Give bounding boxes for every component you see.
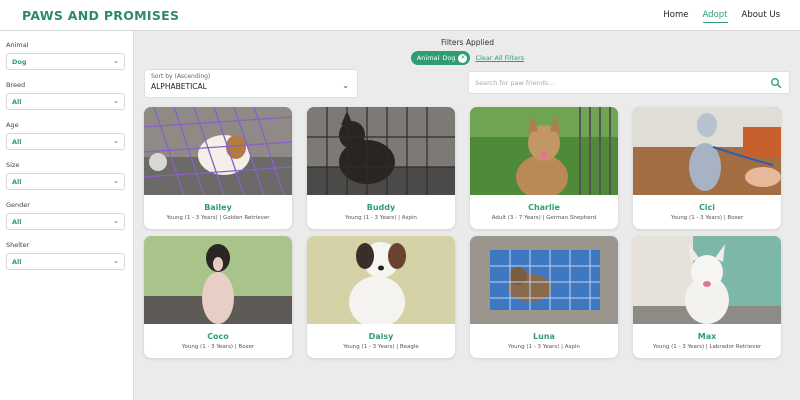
pet-details: Adult (3 - 7 Years) | German Shepherd	[491, 215, 597, 221]
select-value: Dog	[12, 58, 27, 66]
clear-all-filters-link[interactable]: Clear All Filters	[475, 54, 524, 62]
chip-label: Animal	[416, 54, 440, 62]
search-box	[468, 71, 790, 94]
pet-photo	[144, 236, 292, 324]
size-select[interactable]: All ⌄	[6, 173, 125, 190]
filters-applied-title: Filters Applied	[440, 38, 495, 47]
filter-animal: Animal Dog ⌄	[6, 41, 127, 70]
pet-name: Buddy	[366, 203, 396, 212]
select-value: All	[12, 178, 22, 186]
pet-name: Cici	[698, 203, 716, 212]
site-logo[interactable]: PAWS AND PROMISES	[22, 8, 179, 23]
filter-sidebar: Animal Dog ⌄ Breed All ⌄ Age All ⌄ Size …	[0, 31, 134, 400]
close-icon[interactable]: ✕	[458, 53, 468, 63]
select-value: All	[12, 138, 22, 146]
pet-card-cici[interactable]: Cici Young (1 - 3 Years) | Boxer	[633, 107, 781, 229]
age-select[interactable]: All ⌄	[6, 133, 125, 150]
pet-name: Max	[697, 332, 717, 341]
pet-photo	[470, 236, 618, 324]
pet-photo	[307, 236, 455, 324]
filter-size: Size All ⌄	[6, 161, 127, 190]
nav-adopt[interactable]: Adopt	[702, 10, 728, 23]
shelter-select[interactable]: All ⌄	[6, 253, 125, 270]
applied-filters: Animal Dog ✕ Clear All Filters	[135, 51, 800, 65]
sort-label: Sort by (Ascending)	[151, 73, 211, 80]
select-value: All	[12, 218, 22, 226]
sort-value: ALPHABETICAL	[151, 82, 207, 91]
chevron-down-icon: ⌄	[113, 97, 119, 105]
pet-name: Coco	[207, 332, 229, 341]
main-nav: Home Adopt About Us	[663, 10, 780, 23]
pet-card-bailey[interactable]: Bailey Young (1 - 3 Years) | Golden Retr…	[144, 107, 292, 229]
pet-grid: Bailey Young (1 - 3 Years) | Golden Retr…	[144, 107, 792, 358]
filter-label: Breed	[6, 81, 26, 89]
search-icon[interactable]	[770, 77, 782, 89]
chevron-down-icon: ⌄	[113, 177, 119, 185]
filter-gender: Gender All ⌄	[6, 201, 127, 230]
chevron-down-icon: ⌄	[342, 81, 349, 90]
pet-details: Young (1 - 3 Years) | Golden Retriever	[166, 215, 270, 221]
pet-photo	[307, 107, 455, 195]
filter-label: Shelter	[6, 241, 30, 249]
pet-details: Young (1 - 3 Years) | Beagle	[343, 344, 419, 350]
select-value: All	[12, 98, 22, 106]
pet-photo	[633, 236, 781, 324]
pet-details: Young (1 - 3 Years) | Boxer	[670, 215, 744, 221]
pet-name: Daisy	[368, 332, 394, 341]
filter-label: Animal	[6, 41, 29, 49]
pet-name: Bailey	[204, 203, 232, 212]
pet-card-daisy[interactable]: Daisy Young (1 - 3 Years) | Beagle	[307, 236, 455, 358]
chip-value: Dog	[442, 54, 456, 62]
pet-photo	[470, 107, 618, 195]
sort-select[interactable]: Sort by (Ascending) ALPHABETICAL ⌄	[144, 69, 358, 98]
animal-select[interactable]: Dog ⌄	[6, 53, 125, 70]
pet-details: Young (1 - 3 Years) | Aspin	[345, 215, 417, 221]
pet-card-buddy[interactable]: Buddy Young (1 - 3 Years) | Aspin	[307, 107, 455, 229]
filter-breed: Breed All ⌄	[6, 81, 127, 110]
pet-photo	[144, 107, 292, 195]
filter-label: Size	[6, 161, 20, 169]
pet-details: Young (1 - 3 Years) | Labrador Retriever	[652, 344, 762, 350]
chevron-down-icon: ⌄	[113, 57, 119, 65]
pet-details: Young (1 - 3 Years) | Boxer	[181, 344, 255, 350]
breed-select[interactable]: All ⌄	[6, 93, 125, 110]
chevron-down-icon: ⌄	[113, 137, 119, 145]
filter-age: Age All ⌄	[6, 121, 127, 150]
filter-shelter: Shelter All ⌄	[6, 241, 127, 270]
nav-about-us[interactable]: About Us	[742, 10, 780, 23]
pet-card-charlie[interactable]: Charlie Adult (3 - 7 Years) | German She…	[470, 107, 618, 229]
filter-chip-animal[interactable]: Animal Dog ✕	[410, 51, 471, 65]
gender-select[interactable]: All ⌄	[6, 213, 125, 230]
search-input[interactable]	[475, 76, 765, 90]
filter-label: Gender	[6, 201, 30, 209]
pet-card-luna[interactable]: Luna Young (1 - 3 Years) | Aspin	[470, 236, 618, 358]
select-value: All	[12, 258, 22, 266]
pet-photo	[633, 107, 781, 195]
pet-card-max[interactable]: Max Young (1 - 3 Years) | Labrador Retri…	[633, 236, 781, 358]
pet-card-coco[interactable]: Coco Young (1 - 3 Years) | Boxer	[144, 236, 292, 358]
pet-name: Luna	[533, 332, 555, 341]
pet-details: Young (1 - 3 Years) | Aspin	[508, 344, 580, 350]
chevron-down-icon: ⌄	[113, 217, 119, 225]
filter-label: Age	[6, 121, 19, 129]
main-content: Filters Applied Animal Dog ✕ Clear All F…	[135, 31, 800, 400]
pet-name: Charlie	[528, 203, 560, 212]
nav-home[interactable]: Home	[663, 10, 688, 23]
chevron-down-icon: ⌄	[113, 257, 119, 265]
header: PAWS AND PROMISES Home Adopt About Us	[0, 0, 800, 31]
